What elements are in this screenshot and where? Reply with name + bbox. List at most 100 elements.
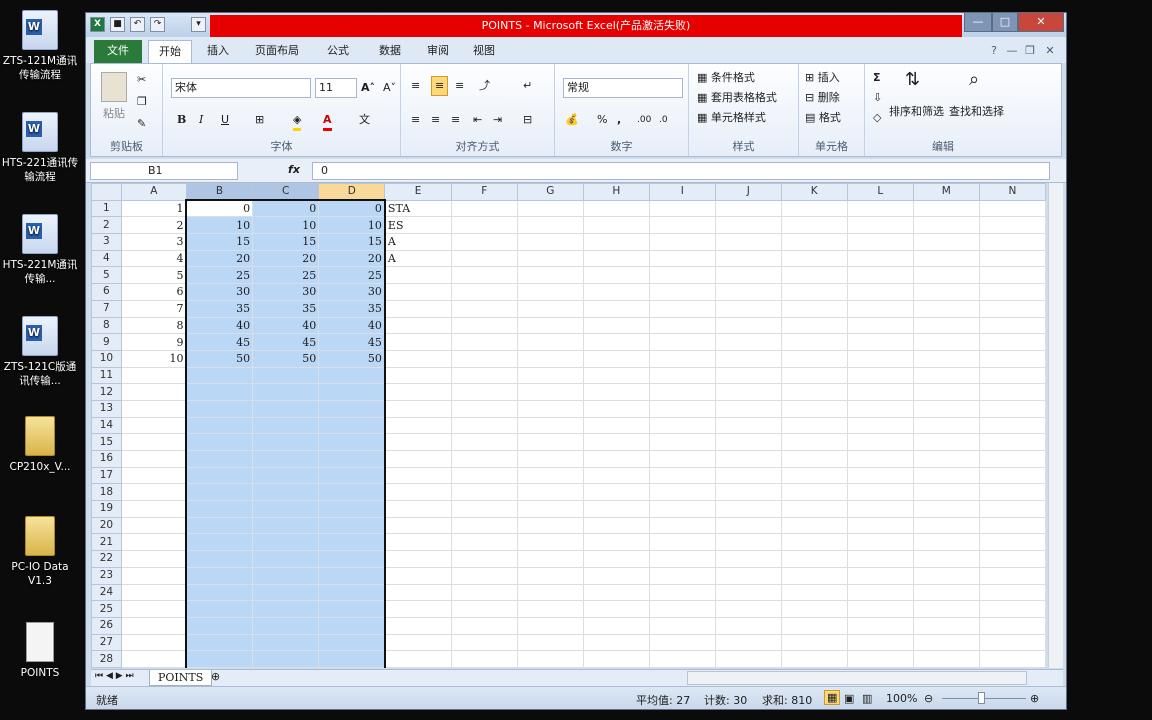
phonetic-icon[interactable]: 文 <box>359 112 370 128</box>
cell[interactable] <box>780 366 848 385</box>
cell[interactable] <box>120 633 187 652</box>
cell[interactable] <box>846 450 914 468</box>
cell[interactable] <box>780 249 848 268</box>
shrink-font-icon[interactable]: A˅ <box>383 80 396 96</box>
cell[interactable] <box>384 600 452 618</box>
cell[interactable] <box>318 466 386 485</box>
cell[interactable] <box>318 633 386 652</box>
cell[interactable] <box>780 533 848 552</box>
cell[interactable] <box>516 483 584 502</box>
cell[interactable] <box>780 633 848 652</box>
cell[interactable] <box>846 500 914 518</box>
cell[interactable] <box>252 600 320 618</box>
cell[interactable] <box>912 616 980 635</box>
cell[interactable]: 25 <box>252 266 320 285</box>
cell[interactable]: 40 <box>252 316 320 335</box>
column-header[interactable]: I <box>648 183 716 201</box>
column-header[interactable]: B <box>185 183 254 201</box>
row-header[interactable]: 18 <box>91 483 122 502</box>
cell[interactable] <box>450 416 518 435</box>
cell[interactable] <box>780 399 848 418</box>
column-header[interactable]: H <box>582 183 650 201</box>
cell[interactable] <box>120 583 187 602</box>
cell[interactable] <box>714 349 782 368</box>
cell[interactable] <box>252 550 320 568</box>
cell[interactable]: 5 <box>120 266 187 285</box>
cell[interactable] <box>714 366 782 385</box>
cell[interactable] <box>252 533 320 552</box>
cell[interactable]: 25 <box>318 266 386 285</box>
row-header[interactable]: 13 <box>91 399 122 418</box>
row-header[interactable]: 1 <box>91 199 122 218</box>
cell[interactable] <box>846 516 914 535</box>
maximize-button[interactable]: □ <box>992 13 1018 32</box>
cell[interactable] <box>978 349 1046 368</box>
row-header[interactable]: 27 <box>91 633 122 652</box>
cell[interactable] <box>185 399 254 418</box>
cell[interactable] <box>450 616 518 635</box>
clear-icon[interactable]: ◇ <box>873 110 881 126</box>
cell[interactable] <box>978 333 1046 351</box>
cell[interactable] <box>780 516 848 535</box>
cell[interactable] <box>582 516 650 535</box>
cell[interactable] <box>648 349 716 368</box>
row-header[interactable]: 25 <box>91 600 122 618</box>
cell[interactable] <box>978 616 1046 635</box>
cell[interactable] <box>120 600 187 618</box>
column-header[interactable]: M <box>912 183 980 201</box>
cell[interactable] <box>516 550 584 568</box>
cell[interactable] <box>318 450 386 468</box>
cell[interactable] <box>714 616 782 635</box>
cell[interactable] <box>714 266 782 285</box>
cell[interactable] <box>450 450 518 468</box>
cell[interactable] <box>318 616 386 635</box>
cell[interactable] <box>714 566 782 585</box>
grow-font-icon[interactable]: A˄ <box>361 80 375 96</box>
increase-indent-icon[interactable]: ⇥ <box>493 112 502 128</box>
close-workbook-icon[interactable]: ✕ <box>1042 40 1058 63</box>
cell[interactable] <box>516 233 584 251</box>
cell[interactable] <box>516 633 584 652</box>
cell[interactable] <box>912 399 980 418</box>
cell[interactable] <box>318 483 386 502</box>
help-icon[interactable]: ? <box>986 40 1002 63</box>
cell[interactable] <box>450 533 518 552</box>
cell[interactable] <box>252 650 320 668</box>
column-header[interactable]: A <box>120 183 187 201</box>
quick-access-dropdown-icon[interactable]: ▾ <box>191 17 206 32</box>
cell[interactable] <box>978 450 1046 468</box>
cell[interactable]: 50 <box>185 349 254 368</box>
undo-icon[interactable]: ↶ <box>130 17 145 32</box>
cell[interactable] <box>185 366 254 385</box>
cell[interactable] <box>648 500 716 518</box>
row-header[interactable]: 24 <box>91 583 122 602</box>
cell[interactable] <box>648 199 716 218</box>
cell[interactable] <box>978 533 1046 552</box>
cell[interactable] <box>714 650 782 668</box>
cell[interactable] <box>582 366 650 385</box>
cell[interactable] <box>912 233 980 251</box>
cell[interactable] <box>582 600 650 618</box>
cell[interactable] <box>384 383 452 401</box>
column-header[interactable]: E <box>384 183 452 201</box>
cell[interactable] <box>516 366 584 385</box>
cell[interactable] <box>846 466 914 485</box>
cell[interactable] <box>912 299 980 318</box>
cell[interactable]: 9 <box>120 333 187 351</box>
cell[interactable] <box>384 616 452 635</box>
cell[interactable] <box>714 600 782 618</box>
tab-4[interactable]: 公式 <box>316 40 360 63</box>
cell[interactable] <box>780 466 848 485</box>
desktop-icon[interactable]: HTS-221通讯传输流程 <box>0 112 80 184</box>
cell[interactable] <box>384 533 452 552</box>
cell[interactable] <box>846 283 914 301</box>
autosum-button[interactable]: Σ <box>873 70 881 86</box>
cell[interactable] <box>516 516 584 535</box>
cell[interactable] <box>978 516 1046 535</box>
cell[interactable] <box>912 333 980 351</box>
cell[interactable] <box>846 583 914 602</box>
cell[interactable] <box>648 266 716 285</box>
cell[interactable] <box>516 616 584 635</box>
cell[interactable]: STA <box>384 199 452 218</box>
tab-5[interactable]: 数据 <box>368 40 412 63</box>
